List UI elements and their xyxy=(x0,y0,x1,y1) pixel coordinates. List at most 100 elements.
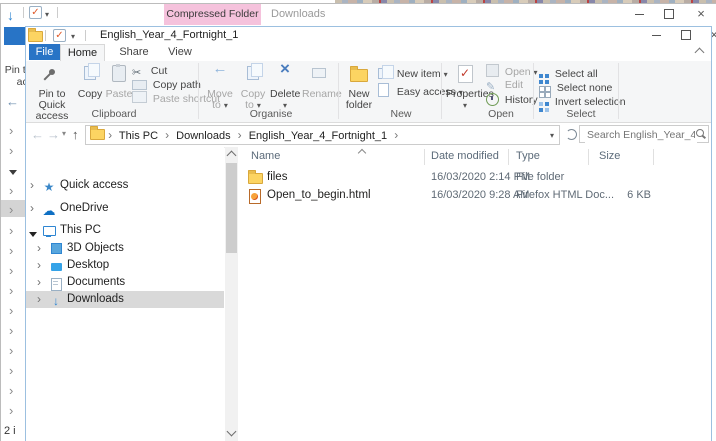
sidebar-item-downloads[interactable]: › ↓ Downloads xyxy=(26,291,224,308)
chevron-right-icon[interactable]: › xyxy=(37,276,41,289)
background-back-button[interactable]: ← xyxy=(6,94,19,109)
chevron-right-icon[interactable]: › xyxy=(9,224,21,238)
column-separator[interactable] xyxy=(653,149,654,165)
forward-button[interactable]: → xyxy=(47,127,60,142)
column-separator[interactable] xyxy=(588,149,589,165)
back-button[interactable]: ← xyxy=(31,127,44,142)
refresh-icon[interactable] xyxy=(566,129,577,140)
chevron-right-icon[interactable]: › xyxy=(9,184,21,198)
chevron-right-icon[interactable]: › xyxy=(9,284,21,298)
up-button[interactable]: ↑ xyxy=(72,127,79,142)
column-header-size[interactable]: Size xyxy=(599,150,620,162)
new-folder-icon xyxy=(350,66,368,82)
chevron-right-icon[interactable]: › xyxy=(9,144,21,158)
background-file-tab-fragment[interactable] xyxy=(4,27,26,45)
firefox-html-file-icon xyxy=(249,189,261,204)
chevron-right-icon[interactable]: › xyxy=(30,179,34,192)
chevron-right-icon[interactable]: › xyxy=(9,324,21,338)
breadcrumb[interactable]: › This PC › Downloads › English_Year_4_F… xyxy=(85,125,560,145)
properties-button[interactable]: ✓ Properties ▾ xyxy=(446,63,494,111)
chevron-right-icon[interactable]: › xyxy=(9,264,21,278)
chevron-right-icon[interactable]: › xyxy=(9,364,21,378)
onedrive-cloud-icon: ☁ xyxy=(42,203,56,218)
chevron-right-icon[interactable]: › xyxy=(9,384,21,398)
file-name[interactable]: Open_to_begin.html xyxy=(267,187,371,204)
column-header-name[interactable]: Name xyxy=(251,150,280,162)
maximize-button[interactable] xyxy=(659,4,679,24)
recent-locations-dropdown-icon[interactable]: ▾ xyxy=(62,129,66,138)
scrollbar-thumb[interactable] xyxy=(226,163,237,253)
delete-button[interactable]: × Delete ▾ xyxy=(270,60,300,111)
chevron-down-icon[interactable] xyxy=(29,227,37,240)
background-window-title: Downloads xyxy=(271,8,326,20)
close-button[interactable]: × xyxy=(691,4,711,24)
sidebar-item-onedrive[interactable]: › ☁ OneDrive xyxy=(26,200,224,219)
open-button[interactable]: Open ▾ xyxy=(486,64,538,78)
sidebar-item-this-pc[interactable]: This PC xyxy=(26,222,224,239)
chevron-right-icon[interactable]: › xyxy=(9,244,21,258)
new-folder-button[interactable]: New folder xyxy=(342,63,376,111)
select-none-button[interactable]: Select none xyxy=(539,81,612,95)
file-row-open-to-begin[interactable]: Open_to_begin.html 16/03/2020 9:28 AM Fi… xyxy=(238,187,711,204)
compressed-folder-tools-tab[interactable]: Compressed Folder Tools xyxy=(164,4,261,41)
scroll-down-icon[interactable] xyxy=(226,426,237,437)
3d-objects-icon xyxy=(49,242,63,255)
search-input[interactable] xyxy=(585,127,697,143)
search-box[interactable] xyxy=(579,125,709,143)
scroll-up-icon[interactable] xyxy=(226,150,237,161)
minimize-button[interactable] xyxy=(646,25,666,45)
copy-button[interactable]: Copy xyxy=(77,63,103,100)
sidebar-item-3d-objects[interactable]: › 3D Objects xyxy=(26,240,224,257)
quick-access-toolbar-dropdown-icon[interactable]: ▾ xyxy=(71,30,75,42)
group-separator xyxy=(198,63,199,119)
file-row-files[interactable]: files 16/03/2020 2:14 PM File folder xyxy=(238,169,711,186)
minimize-button[interactable] xyxy=(629,4,649,24)
tab-home[interactable]: Home xyxy=(60,44,105,61)
breadcrumb-this-pc[interactable]: This PC xyxy=(119,130,158,142)
chevron-right-icon[interactable]: › xyxy=(9,304,21,318)
chevron-right-icon[interactable]: › xyxy=(9,404,21,418)
copy-path-button[interactable]: Copy path xyxy=(132,78,201,92)
chevron-right-icon[interactable]: › xyxy=(37,259,41,272)
chevron-right-icon[interactable]: › xyxy=(37,293,41,306)
chevron-right-icon[interactable]: › xyxy=(9,124,21,138)
copy-to-button[interactable]: Copy to ▾ xyxy=(238,63,268,111)
quick-access-check-icon[interactable]: ✓ xyxy=(53,29,66,42)
paste-button[interactable]: Paste xyxy=(105,63,133,100)
tab-file[interactable]: File xyxy=(29,44,60,60)
file-name[interactable]: files xyxy=(267,169,287,186)
quick-access-toolbar-dropdown-icon[interactable]: ▾ xyxy=(45,8,49,20)
address-dropdown-icon[interactable]: ▾ xyxy=(550,127,554,145)
tab-share[interactable]: Share xyxy=(114,44,154,60)
sidebar-item-desktop[interactable]: › Desktop xyxy=(26,257,224,274)
chevron-right-icon[interactable]: › xyxy=(30,202,34,215)
close-button[interactable]: × xyxy=(704,25,716,45)
quick-access-check-icon[interactable]: ✓ xyxy=(29,6,42,19)
collapse-ribbon-icon[interactable] xyxy=(694,47,705,58)
column-separator[interactable] xyxy=(508,149,509,165)
rename-button[interactable]: Rename xyxy=(302,63,342,100)
background-pin-button-fragment[interactable]: Pin to Quick access xyxy=(3,52,26,88)
column-header-type[interactable]: Type xyxy=(516,150,540,162)
breadcrumb-current-folder[interactable]: English_Year_4_Fortnight_1 xyxy=(249,130,387,142)
history-button[interactable]: History xyxy=(486,92,538,106)
column-separator[interactable] xyxy=(424,149,425,165)
sidebar-item-quick-access[interactable]: › ★ Quick access xyxy=(26,177,224,195)
chevron-right-icon[interactable]: › xyxy=(9,344,21,358)
invert-selection-button[interactable]: Invert selection xyxy=(539,95,626,109)
move-to-button[interactable]: ← Move to ▾ xyxy=(204,61,236,111)
maximize-button[interactable] xyxy=(676,25,696,45)
chevron-right-icon[interactable]: › xyxy=(9,203,21,217)
cut-button[interactable]: ✂ Cut xyxy=(132,64,167,79)
sidebar-scrollbar[interactable] xyxy=(225,147,238,441)
edit-button[interactable]: ✎ Edit xyxy=(486,78,523,93)
new-item-button[interactable]: New item ▾ xyxy=(378,65,448,81)
tab-view[interactable]: View xyxy=(160,44,200,60)
breadcrumb-downloads[interactable]: Downloads xyxy=(176,130,230,142)
sidebar-item-documents[interactable]: › Documents xyxy=(26,274,224,291)
chevron-right-icon[interactable]: › xyxy=(37,242,41,255)
chevron-down-icon[interactable] xyxy=(9,164,21,178)
select-all-button[interactable]: Select all xyxy=(539,67,598,81)
column-header-date-modified[interactable]: Date modified xyxy=(431,150,499,162)
chevron-right-icon: › xyxy=(394,128,399,142)
